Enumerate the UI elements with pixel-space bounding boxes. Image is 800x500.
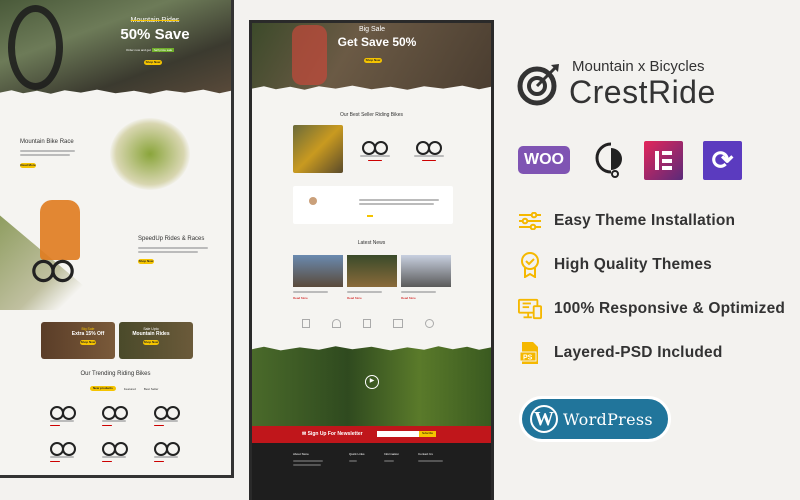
crestride-logo-icon [517, 62, 561, 106]
footer-heading: Information [384, 452, 400, 456]
shop-now-button[interactable]: Shop Now [364, 58, 382, 63]
homepage-preview-left: Mountain Rides 50% Save Order now and ge… [0, 0, 234, 478]
quickchat-icon [589, 140, 625, 180]
footer-heading: Quick Links [349, 452, 365, 456]
play-icon[interactable]: ▶ [365, 375, 379, 389]
mail-icon: ✉ [302, 431, 307, 437]
feature-item: 100% Responsive & Optimized [518, 297, 785, 321]
product-card[interactable] [154, 436, 206, 462]
product-card[interactable] [406, 127, 452, 161]
product-card[interactable] [102, 400, 154, 426]
hero-strike-text: Mountain Rides [130, 17, 180, 24]
newsletter-bar: ✉ Sign Up For Newsletter Subscribe [252, 426, 491, 443]
promo-banner[interactable]: Sale Upto Mountain Rides Shop Now [119, 322, 193, 359]
section-title: Our Best Seller Riding Bikes [339, 112, 404, 118]
brand-name: CrestRide [569, 74, 716, 110]
woocommerce-icon: WOO [518, 146, 570, 174]
homepage-preview-center: Big Sale Get Save 50% Shop Now Our Best … [249, 20, 494, 500]
sliders-icon [518, 209, 542, 233]
subscribe-button[interactable]: Subscribe [419, 431, 436, 437]
shop-now-button[interactable]: Shop Now [80, 340, 96, 345]
footer-heading: Contact Us [418, 452, 433, 456]
psd-file-icon: PS [518, 341, 542, 365]
section-title: SpeedUp Rides & Races [138, 236, 205, 242]
tab-new-products[interactable]: New products [90, 386, 116, 391]
promo-image [293, 125, 343, 173]
wordpress-logo-icon: W [530, 405, 558, 433]
avatar [309, 197, 317, 205]
bike-image [8, 5, 63, 90]
testimonial-card [293, 186, 453, 224]
section-title: Mountain Bike Race [20, 139, 74, 145]
shop-now-button[interactable]: Shop Now [144, 60, 162, 65]
feature-item: PS Layered-PSD Included [518, 341, 723, 365]
product-card[interactable] [50, 436, 102, 462]
shop-now-button[interactable]: Shop Now [143, 340, 159, 345]
news-card[interactable]: Read More [401, 255, 451, 300]
updraft-icon: ⟳ [703, 141, 742, 180]
feature-item: Easy Theme Installation [518, 209, 735, 233]
hero-sale-tag: half price sale [151, 48, 175, 52]
newsletter-label: Sign Up For Newsletter [307, 431, 363, 437]
tab-featured[interactable]: Featured [124, 387, 136, 391]
news-card[interactable]: Read More [293, 255, 343, 300]
section-title: Latest News [357, 240, 386, 246]
news-list: Read More Read More Read More [293, 255, 451, 300]
hero-banner: Big Sale Get Save 50% Shop Now [252, 23, 491, 91]
product-grid [50, 400, 206, 462]
elementor-icon [644, 141, 683, 180]
product-card[interactable] [102, 436, 154, 462]
promo-banner[interactable]: Big Sale Extra 15% Off Shop Now [41, 322, 115, 359]
read-more-button[interactable]: Read More [20, 163, 36, 168]
news-card[interactable]: Read More [347, 255, 397, 300]
footer-heading: About Store [293, 452, 309, 456]
award-badge-icon [518, 252, 542, 278]
product-card[interactable] [352, 127, 398, 161]
product-card[interactable] [50, 400, 102, 426]
footer: About Store Quick Links Information Cont… [252, 443, 491, 500]
feature-item: High Quality Themes [518, 252, 712, 278]
hero-small-text: Big Sale [358, 26, 386, 33]
brand-tagline: Mountain x Bicycles [572, 58, 705, 75]
wordpress-badge: W WordPress [519, 396, 671, 442]
video-section: ▶ [252, 345, 491, 427]
product-card[interactable] [154, 400, 206, 426]
cyclist-image [110, 118, 190, 190]
hero-banner: Mountain Rides 50% Save Order now and ge… [0, 0, 231, 95]
responsive-devices-icon [518, 297, 542, 321]
section-title: Our Trending Riding Bikes [80, 371, 151, 377]
svg-text:PS: PS [523, 355, 533, 362]
rider-image [292, 25, 327, 85]
newsletter-email-input[interactable] [377, 431, 419, 437]
brand-logos [302, 319, 434, 328]
shop-now-button[interactable]: Shop Now [138, 259, 154, 264]
hero-sub: Order now and get [126, 48, 151, 52]
hero-headline: Get Save 50% [337, 35, 417, 49]
hero-headline: 50% Save [120, 26, 190, 43]
tab-best-seller[interactable]: Best Seller [144, 387, 159, 391]
